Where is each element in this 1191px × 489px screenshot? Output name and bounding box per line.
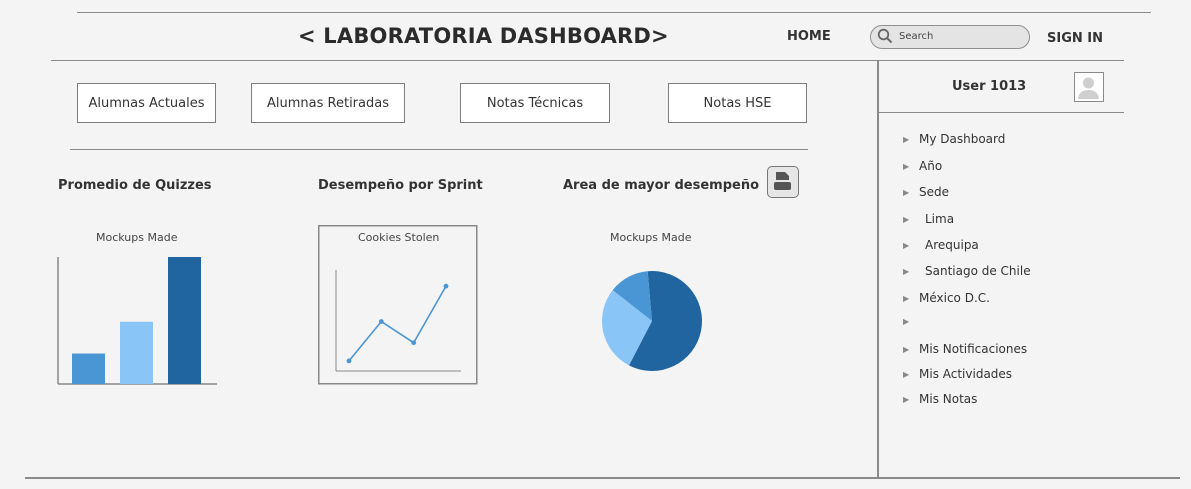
bar-1 bbox=[72, 353, 105, 384]
top-border bbox=[77, 12, 1151, 13]
caret-right-icon: ▶ bbox=[903, 187, 910, 197]
line-point-1 bbox=[346, 358, 352, 364]
bar-2 bbox=[120, 321, 153, 384]
sidebar-item-label: My Dashboard bbox=[919, 132, 1006, 146]
bar-3 bbox=[168, 257, 201, 384]
sidebar-item-10[interactable]: ▶ Mis Actividades bbox=[903, 367, 1012, 381]
caret-right-icon: ▶ bbox=[903, 369, 910, 379]
caret-right-icon: ▶ bbox=[903, 344, 910, 354]
caret-right-icon: ▶ bbox=[903, 214, 910, 224]
sidebar-item-label: Arequipa bbox=[925, 238, 979, 252]
tab-alumnas-retiradas[interactable]: Alumnas Retiradas bbox=[251, 83, 405, 123]
pie-chart-caption: Mockups Made bbox=[610, 231, 692, 244]
caret-right-icon: ▶ bbox=[903, 266, 910, 276]
line-chart-caption: Cookies Stolen bbox=[358, 231, 440, 244]
sidebar-item-5[interactable]: ▶ Arequipa bbox=[903, 238, 979, 252]
caret-right-icon: ▶ bbox=[903, 240, 910, 250]
sidebar-item-label: Mis Notas bbox=[919, 392, 978, 406]
tab-notas-tecnicas[interactable]: Notas Técnicas bbox=[460, 83, 610, 123]
sidebar-item-8[interactable]: ▶ bbox=[903, 317, 919, 326]
search-icon bbox=[877, 28, 893, 48]
tabs-divider bbox=[70, 149, 808, 150]
sidebar-item-9[interactable]: ▶ Mis Notificaciones bbox=[903, 342, 1027, 356]
bar-chart-caption: Mockups Made bbox=[96, 231, 178, 244]
user-divider bbox=[879, 112, 1124, 113]
caret-right-icon: ▶ bbox=[903, 293, 910, 303]
sidebar-item-1[interactable]: ▶ My Dashboard bbox=[903, 132, 1005, 146]
tab-notas-hse[interactable]: Notas HSE bbox=[668, 83, 807, 123]
sidebar-item-label: Año bbox=[919, 159, 943, 173]
line-point-3 bbox=[411, 340, 417, 346]
sign-in-link[interactable]: SIGN IN bbox=[1047, 31, 1103, 46]
sidebar-item-label: México D.C. bbox=[919, 291, 990, 305]
sidebar-item-7[interactable]: ▶ México D.C. bbox=[903, 291, 990, 305]
pie-chart bbox=[602, 271, 702, 371]
caret-right-icon: ▶ bbox=[903, 317, 910, 326]
sprint-chart-title: Desempeño por Sprint bbox=[318, 178, 483, 193]
area-chart-title: Area de mayor desempeño bbox=[563, 178, 760, 193]
sidebar-item-label: Lima bbox=[925, 212, 955, 226]
bottom-border bbox=[25, 477, 1180, 479]
line-chart-frame bbox=[318, 225, 478, 385]
user-name: User 1013 bbox=[952, 79, 1027, 94]
bar-chart bbox=[57, 257, 217, 385]
caret-right-icon: ▶ bbox=[903, 134, 910, 144]
caret-right-icon: ▶ bbox=[903, 161, 910, 171]
tab-alumnas-actuales[interactable]: Alumnas Actuales bbox=[77, 83, 216, 123]
sidebar-item-label: Mis Notificaciones bbox=[919, 342, 1028, 356]
sidebar-item-6[interactable]: ▶ Santiago de Chile bbox=[903, 264, 1031, 278]
user-avatar-icon bbox=[1078, 77, 1099, 99]
sidebar-item-3[interactable]: ▶ Sede bbox=[903, 185, 949, 199]
search-box[interactable] bbox=[870, 25, 1030, 49]
avatar[interactable] bbox=[1074, 72, 1104, 102]
line-point-2 bbox=[378, 319, 384, 324]
sidebar-item-4[interactable]: ▶ Lima bbox=[903, 212, 954, 226]
search-input[interactable] bbox=[899, 28, 1021, 44]
page-title: < LABORATORIA DASHBOARD> bbox=[298, 24, 669, 48]
caret-right-icon: ▶ bbox=[903, 394, 910, 404]
document-export-icon[interactable] bbox=[767, 166, 799, 198]
sidebar-divider bbox=[877, 60, 879, 478]
sidebar-item-label: Mis Actividades bbox=[919, 367, 1013, 381]
header-divider bbox=[51, 60, 1124, 61]
home-link[interactable]: HOME bbox=[787, 29, 831, 44]
sidebar-item-label: Sede bbox=[919, 185, 949, 199]
sidebar-item-label: Santiago de Chile bbox=[925, 264, 1031, 278]
sidebar-item-11[interactable]: ▶ Mis Notas bbox=[903, 392, 977, 406]
sidebar-item-2[interactable]: ▶ Año bbox=[903, 159, 942, 173]
line-point-4 bbox=[443, 283, 449, 289]
quizzes-chart-title: Promedio de Quizzes bbox=[58, 178, 212, 193]
line-chart bbox=[318, 225, 478, 385]
